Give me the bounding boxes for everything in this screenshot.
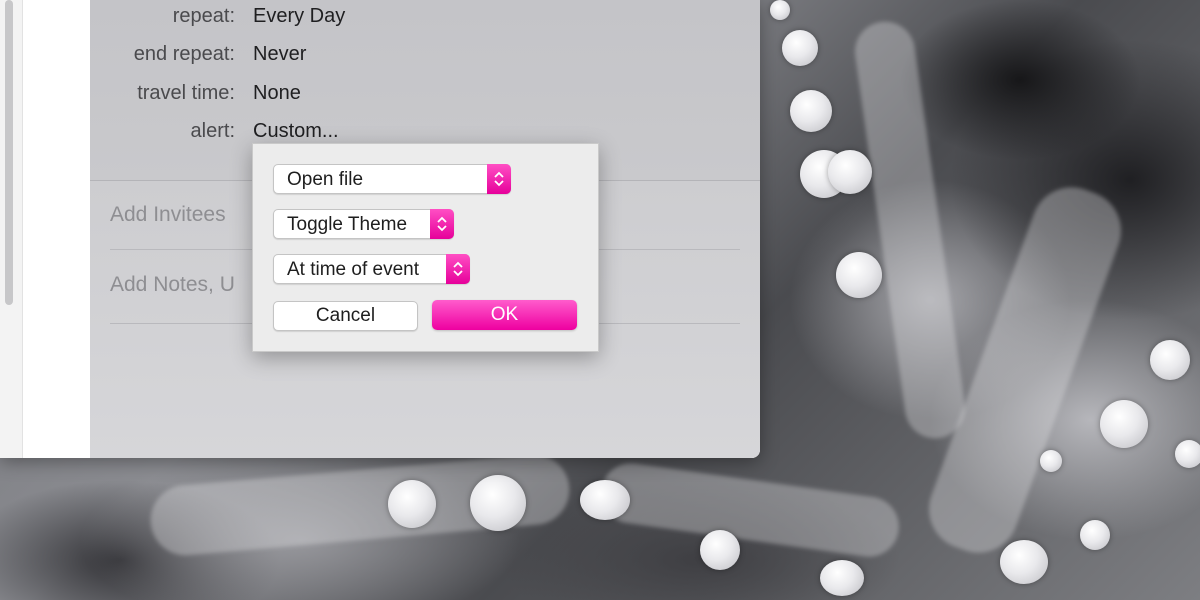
wallpaper-blob bbox=[836, 252, 882, 298]
end-repeat-label: end repeat: bbox=[133, 43, 235, 65]
invitees-placeholder[interactable]: Add Invitees bbox=[110, 203, 226, 227]
sidebar-scrollbar[interactable] bbox=[5, 0, 13, 305]
alert-file-select-label: Toggle Theme bbox=[287, 214, 408, 235]
wallpaper-blob bbox=[470, 475, 526, 531]
wallpaper-blob bbox=[700, 530, 740, 570]
wallpaper-blob bbox=[1150, 340, 1190, 380]
repeat-value[interactable]: Every Day bbox=[253, 5, 345, 28]
wallpaper-blob bbox=[580, 480, 630, 520]
alert-action-select[interactable]: Open file bbox=[273, 164, 511, 194]
alert-action-select-label: Open file bbox=[287, 169, 364, 190]
alert-label: alert: bbox=[190, 120, 235, 142]
wallpaper-blob bbox=[770, 0, 790, 20]
travel-time-value[interactable]: None bbox=[253, 82, 301, 105]
wallpaper-blob bbox=[1175, 440, 1200, 468]
ok-button[interactable]: OK bbox=[432, 300, 577, 330]
alert-file-select[interactable]: Toggle Theme bbox=[273, 209, 454, 239]
alert-timing-select-label: At time of event bbox=[287, 259, 420, 280]
cancel-button[interactable]: Cancel bbox=[273, 301, 418, 331]
wallpaper-streak bbox=[597, 459, 903, 561]
travel-time-label: travel time: bbox=[137, 82, 235, 104]
wallpaper-blob bbox=[1080, 520, 1110, 550]
chevron-up-down-icon[interactable] bbox=[430, 209, 454, 239]
wallpaper-blob bbox=[790, 90, 832, 132]
repeat-row: repeat: Every Day bbox=[90, 5, 760, 31]
wallpaper-blob bbox=[1000, 540, 1048, 584]
desktop: repeat: Every Day end repeat: Never trav… bbox=[0, 0, 1200, 600]
wallpaper-blob bbox=[820, 560, 864, 596]
wallpaper-blob bbox=[1040, 450, 1062, 472]
notes-placeholder[interactable]: Add Notes, U bbox=[110, 273, 235, 297]
custom-alert-dialog: Open file Toggle Theme At time of event … bbox=[252, 143, 599, 352]
travel-time-row: travel time: None bbox=[90, 82, 760, 108]
alert-value[interactable]: Custom... bbox=[253, 120, 339, 143]
wallpaper-blob bbox=[828, 150, 872, 194]
wallpaper-blob bbox=[388, 480, 436, 528]
chevron-up-down-icon[interactable] bbox=[446, 254, 470, 284]
wallpaper-streak bbox=[851, 17, 969, 443]
repeat-label: repeat: bbox=[172, 5, 235, 27]
chevron-up-down-icon[interactable] bbox=[487, 164, 511, 194]
end-repeat-value[interactable]: Never bbox=[253, 43, 306, 66]
wallpaper-blob bbox=[782, 30, 818, 66]
end-repeat-row: end repeat: Never bbox=[90, 43, 760, 69]
alert-timing-select[interactable]: At time of event bbox=[273, 254, 470, 284]
wallpaper-blob bbox=[1100, 400, 1148, 448]
calendar-sidebar-edge bbox=[0, 0, 23, 458]
calendar-grid-edge bbox=[23, 0, 90, 458]
